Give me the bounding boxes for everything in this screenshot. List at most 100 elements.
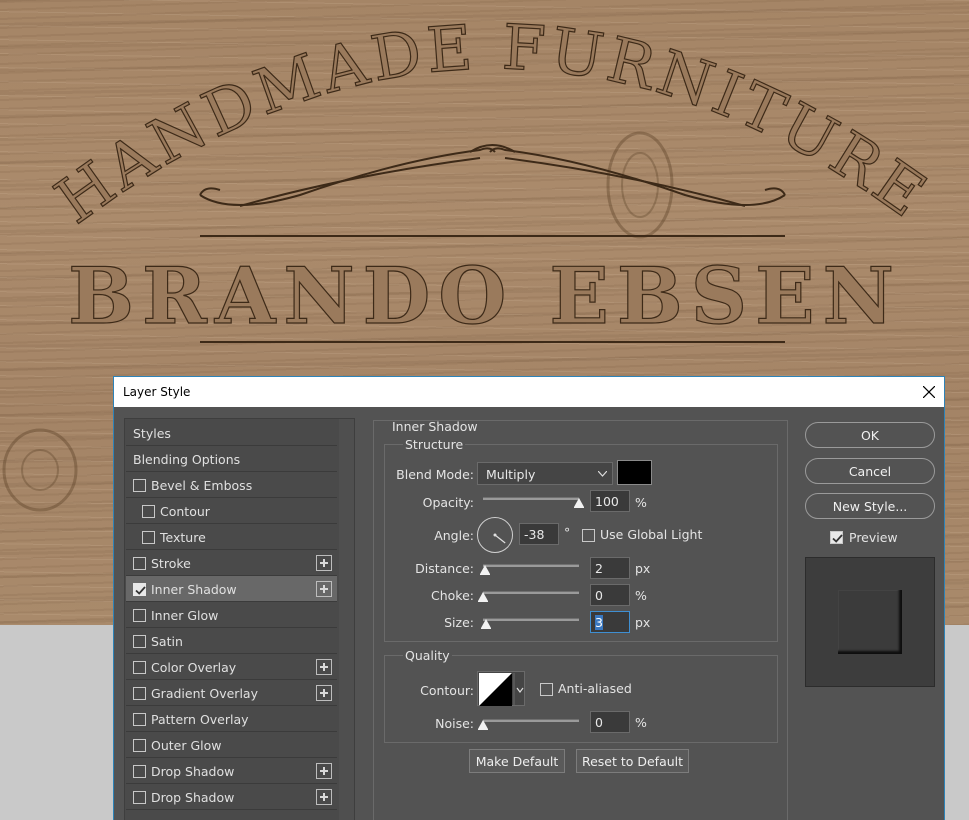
opacity-slider[interactable] bbox=[483, 495, 584, 508]
style-checkbox[interactable] bbox=[133, 635, 146, 648]
noise-input[interactable]: 0 bbox=[590, 711, 630, 733]
styles-list: Styles Blending Options Bevel & Emboss Cont… bbox=[126, 420, 337, 810]
noise-value: 0 bbox=[595, 715, 603, 730]
distance-label: Distance: bbox=[415, 561, 474, 576]
make-default-button[interactable]: Make Default bbox=[469, 749, 565, 773]
style-item-satin[interactable]: Satin bbox=[126, 628, 337, 654]
angle-unit: ° bbox=[564, 525, 571, 540]
style-checkbox[interactable] bbox=[133, 609, 146, 622]
opacity-input[interactable]: 100 bbox=[590, 490, 630, 512]
style-item-styles[interactable]: Styles bbox=[126, 420, 337, 446]
ornament-flourish bbox=[199, 144, 786, 207]
slider-thumb[interactable] bbox=[479, 565, 490, 575]
cancel-button[interactable]: Cancel bbox=[805, 458, 935, 484]
slider-track bbox=[483, 564, 579, 567]
choke-label: Choke: bbox=[431, 588, 474, 603]
choke-value: 0 bbox=[595, 588, 603, 603]
distance-input[interactable]: 2 bbox=[590, 557, 630, 579]
style-checkbox[interactable] bbox=[133, 583, 146, 596]
slider-thumb[interactable] bbox=[478, 720, 488, 730]
slider-thumb[interactable] bbox=[574, 498, 584, 508]
choke-input[interactable]: 0 bbox=[590, 584, 630, 606]
style-item-gradient-overlay[interactable]: Gradient Overlay bbox=[126, 680, 337, 706]
quality-group: Quality Contour: Anti-aliased Noise: 0 % bbox=[384, 648, 778, 743]
distance-value: 2 bbox=[595, 561, 603, 576]
slider-thumb[interactable] bbox=[480, 619, 491, 629]
style-checkbox[interactable] bbox=[133, 687, 146, 700]
style-item-blending-options[interactable]: Blending Options bbox=[126, 446, 337, 472]
style-checkbox[interactable] bbox=[142, 531, 155, 544]
opacity-value: 100 bbox=[595, 494, 619, 509]
size-label: Size: bbox=[444, 615, 474, 630]
contour-curve-icon bbox=[479, 673, 524, 706]
add-style-plus-icon[interactable] bbox=[316, 685, 332, 701]
structure-title: Structure bbox=[403, 437, 466, 452]
close-button[interactable] bbox=[914, 377, 944, 407]
style-item-pattern-overlay[interactable]: Pattern Overlay bbox=[126, 706, 337, 732]
checkmark-icon bbox=[832, 534, 843, 543]
angle-dial[interactable] bbox=[477, 517, 513, 553]
new-style-button[interactable]: New Style... bbox=[805, 493, 935, 519]
opacity-label: Opacity: bbox=[422, 495, 474, 510]
style-checkbox[interactable] bbox=[133, 661, 146, 674]
add-style-plus-icon[interactable] bbox=[316, 763, 332, 779]
styles-list-scrollbar[interactable] bbox=[339, 419, 354, 820]
style-item-label: Color Overlay bbox=[151, 660, 237, 675]
style-item-outer-glow[interactable]: Outer Glow bbox=[126, 732, 337, 758]
style-item-drop-shadow[interactable]: Drop Shadow bbox=[126, 784, 337, 810]
add-style-plus-icon[interactable] bbox=[316, 581, 332, 597]
noise-unit: % bbox=[635, 715, 647, 730]
name-text: BRANDO EBSEN bbox=[68, 251, 902, 342]
choke-slider[interactable] bbox=[478, 589, 579, 602]
inner-shadow-panel: Inner Shadow Structure Blend Mode: Multi… bbox=[373, 419, 788, 820]
style-checkbox[interactable] bbox=[142, 505, 155, 518]
noise-slider[interactable] bbox=[478, 717, 579, 730]
style-checkbox[interactable] bbox=[133, 713, 146, 726]
style-item-contour[interactable]: Contour bbox=[126, 498, 337, 524]
style-item-label: Inner Shadow bbox=[151, 582, 237, 597]
style-checkbox[interactable] bbox=[133, 479, 146, 492]
style-item-label: Outer Glow bbox=[151, 738, 222, 753]
preview-thumbnail bbox=[838, 590, 902, 654]
style-checkbox[interactable] bbox=[133, 791, 146, 804]
style-item-stroke[interactable]: Stroke bbox=[126, 550, 337, 576]
use-global-light-checkbox[interactable] bbox=[582, 529, 595, 542]
style-item-inner-glow[interactable]: Inner Glow bbox=[126, 602, 337, 628]
structure-group: Structure Blend Mode: Multiply Opacity: … bbox=[384, 437, 778, 642]
style-item-label: Drop Shadow bbox=[151, 790, 235, 805]
style-checkbox[interactable] bbox=[133, 739, 146, 752]
blend-mode-select[interactable]: Multiply bbox=[477, 462, 613, 485]
distance-slider[interactable] bbox=[479, 562, 579, 575]
shadow-color-swatch[interactable] bbox=[617, 460, 652, 485]
size-slider[interactable] bbox=[480, 616, 579, 629]
slider-thumb[interactable] bbox=[478, 592, 488, 602]
size-input[interactable]: 3 bbox=[590, 611, 630, 633]
add-style-plus-icon[interactable] bbox=[316, 555, 332, 571]
slider-track bbox=[483, 497, 579, 500]
style-item-label: Blending Options bbox=[133, 452, 241, 467]
reset-to-default-button[interactable]: Reset to Default bbox=[576, 749, 689, 773]
quality-title: Quality bbox=[403, 648, 452, 663]
blend-mode-value: Multiply bbox=[486, 467, 536, 482]
distance-unit: px bbox=[635, 561, 651, 576]
style-checkbox[interactable] bbox=[133, 557, 146, 570]
size-value: 3 bbox=[595, 615, 603, 630]
ok-button[interactable]: OK bbox=[805, 422, 935, 448]
preview-checkbox[interactable] bbox=[830, 531, 843, 544]
angle-input[interactable]: -38 bbox=[519, 523, 559, 545]
contour-picker[interactable] bbox=[477, 671, 525, 706]
blend-mode-label: Blend Mode: bbox=[396, 467, 474, 482]
style-item-drop-shadow[interactable]: Drop Shadow bbox=[126, 758, 337, 784]
style-item-inner-shadow[interactable]: Inner Shadow bbox=[126, 576, 337, 602]
style-item-bevel-emboss[interactable]: Bevel & Emboss bbox=[126, 472, 337, 498]
choke-unit: % bbox=[635, 588, 647, 603]
anti-aliased-checkbox[interactable] bbox=[540, 683, 553, 696]
add-style-plus-icon[interactable] bbox=[316, 659, 332, 675]
style-item-color-overlay[interactable]: Color Overlay bbox=[126, 654, 337, 680]
angle-label: Angle: bbox=[434, 528, 474, 543]
style-checkbox[interactable] bbox=[133, 765, 146, 778]
add-style-plus-icon[interactable] bbox=[316, 789, 332, 805]
style-item-label: Contour bbox=[160, 504, 210, 519]
dialog-titlebar[interactable]: Layer Style bbox=[114, 377, 944, 407]
style-item-texture[interactable]: Texture bbox=[126, 524, 337, 550]
